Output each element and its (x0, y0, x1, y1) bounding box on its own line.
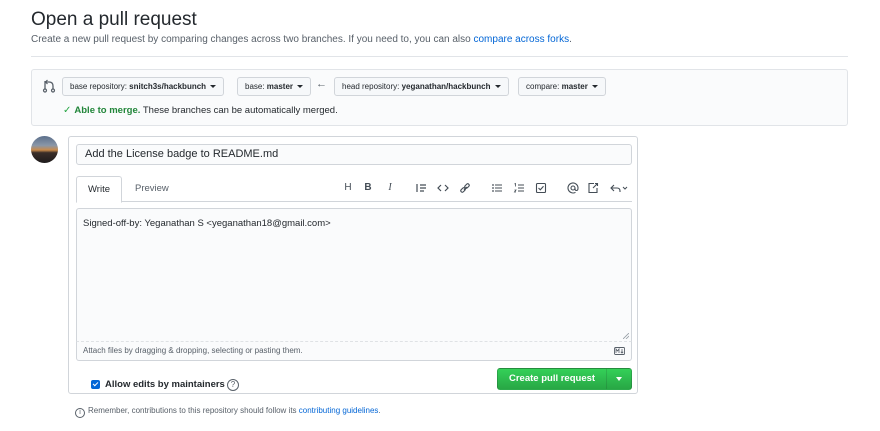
body-text: Signed-off-by: Yeganathan S <yeganathan1… (83, 218, 331, 229)
pull-request-form: Add the License badge to README.md Write… (68, 136, 638, 394)
chevron-down-icon (297, 85, 304, 88)
allow-edits-label[interactable]: Allow edits by maintainers (105, 379, 225, 390)
editor-tabs: Write Preview (76, 176, 632, 203)
head-repo-prefix: head repository: (342, 82, 402, 91)
quote-tool-button[interactable] (415, 181, 427, 195)
compare-across-forks-link[interactable]: compare across forks (473, 34, 569, 45)
base-branch-value: master (266, 82, 294, 91)
tab-write[interactable]: Write (76, 176, 122, 203)
compare-prefix: compare: (526, 82, 562, 91)
task-list-tool-button[interactable] (535, 181, 547, 195)
button-split-divider (606, 369, 607, 389)
italic-tool-button[interactable]: I (385, 181, 395, 195)
body-textarea[interactable]: Signed-off-by: Yeganathan S <yeganathan1… (76, 208, 632, 342)
base-repo-value: snitch3s/hackbunch (129, 82, 207, 91)
title-input[interactable]: Add the License badge to README.md (76, 144, 632, 165)
merge-status-text: These branches can be automatically merg… (142, 105, 338, 116)
info-icon: i (75, 408, 85, 418)
page-title: Open a pull request (31, 9, 197, 30)
header-divider (31, 56, 848, 57)
arrow-left-icon: ← (316, 78, 327, 90)
base-branch-select[interactable]: base: master (237, 77, 312, 96)
reference-tool-button[interactable] (587, 181, 599, 195)
heading-tool-button[interactable]: H (343, 181, 353, 195)
markdown-icon (614, 347, 625, 355)
avatar[interactable] (31, 136, 58, 163)
compare-branch-select[interactable]: compare: master (518, 77, 606, 96)
chevron-down-icon (494, 85, 501, 88)
resize-handle-icon[interactable] (623, 333, 629, 339)
numbered-list-tool-button[interactable] (513, 181, 525, 195)
link-tool-button[interactable] (459, 181, 471, 195)
contributing-end: . (378, 406, 381, 415)
reply-icon (610, 184, 628, 192)
compare-value: master (561, 82, 588, 91)
merge-status: ✓ Able to merge. These branches can be au… (63, 105, 338, 116)
range-editor: base repository: snitch3s/hackbunch base… (31, 69, 848, 126)
bulleted-list-tool-button[interactable] (491, 181, 503, 195)
base-repository-select[interactable]: base repository: snitch3s/hackbunch (62, 77, 225, 96)
attach-hint: Attach files by dragging & dropping, sel… (83, 346, 303, 355)
numbered-list-icon (513, 182, 524, 193)
subtitle-end: . (569, 34, 572, 45)
contributing-text: Remember, contributions to this reposito… (88, 406, 297, 415)
bold-tool-button[interactable]: B (363, 181, 373, 195)
subtitle-text: Create a new pull request by comparing c… (31, 34, 471, 45)
allow-edits-checkbox[interactable] (91, 380, 100, 389)
git-compare-icon (42, 79, 56, 93)
chevron-down-icon[interactable] (616, 377, 622, 381)
contributing-note: i Remember, contributions to this reposit… (75, 406, 381, 418)
head-repo-value: yeganathan/hackbunch (401, 82, 491, 91)
tab-preview[interactable]: Preview (124, 176, 180, 202)
task-list-icon (535, 182, 547, 194)
page-subtitle: Create a new pull request by comparing c… (31, 34, 572, 45)
base-branch-prefix: base: (245, 82, 267, 91)
head-repository-select[interactable]: head repository: yeganathan/hackbunch (334, 77, 509, 96)
check-icon: ✓ (63, 105, 72, 116)
contributing-guidelines-link[interactable]: contributing guidelines (299, 406, 379, 415)
cross-reference-icon (588, 182, 599, 194)
chevron-down-icon (210, 85, 217, 88)
mention-icon (567, 182, 579, 194)
code-icon (437, 184, 449, 192)
link-icon (460, 183, 470, 193)
bulleted-list-icon (492, 184, 502, 192)
help-icon[interactable]: ? (227, 379, 239, 391)
base-repo-prefix: base repository: (70, 82, 130, 91)
quote-icon (416, 184, 426, 192)
reply-tool-button[interactable] (609, 181, 629, 195)
attach-files-bar[interactable]: Attach files by dragging & dropping, sel… (76, 342, 632, 361)
create-pull-request-button[interactable]: Create pull request (497, 368, 632, 390)
code-tool-button[interactable] (437, 181, 449, 195)
chevron-down-icon (591, 85, 598, 88)
mention-tool-button[interactable] (567, 181, 579, 195)
create-pull-request-label: Create pull request (509, 373, 596, 384)
merge-ok-label: Able to merge. (74, 105, 141, 116)
